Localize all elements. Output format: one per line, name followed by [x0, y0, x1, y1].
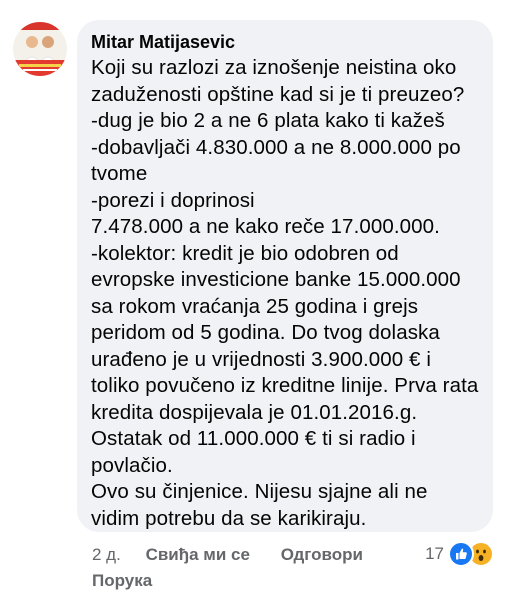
- comment-line: urađeno je u vrijednosti 3.900.000 € i: [91, 347, 432, 371]
- comment-actions: 2 д. Свиђа ми се Одговори: [92, 545, 363, 565]
- comment-line: evropske investicione banke 15.000.000: [91, 268, 461, 291]
- comment-line: toliko povučeno iz kreditne linije. Prva…: [91, 374, 479, 397]
- comment-line: -kolektor: kredit je bio odobren od: [91, 241, 399, 265]
- comment-line: povlačio.: [91, 453, 173, 477]
- reactions-summary[interactable]: 17: [425, 540, 494, 568]
- comment-line: Ostatak od 11.000.000 € ti si radio i: [91, 427, 416, 450]
- comment-text: Koji su razlozi za iznošenje neistina ok…: [91, 55, 481, 532]
- comment-line: -porezi i doprinosi: [91, 188, 255, 212]
- comment-line: -dug je bio 2 a ne 6 plata kako ti kažeš: [91, 109, 445, 132]
- comment-line: 7.478.000 a ne kako reče 17.000.000.: [91, 215, 440, 238]
- comment-line: sa rokom vraćanja 25 godina i grejs: [91, 294, 419, 318]
- comment-author[interactable]: Mitar Matijasevic: [91, 31, 481, 53]
- message-button[interactable]: Порука: [92, 571, 152, 591]
- timestamp-link[interactable]: 2 д.: [92, 545, 121, 565]
- like-icon: [448, 541, 474, 567]
- reaction-count: 17: [425, 544, 444, 563]
- comment-line: -dobavljači 4.830.000 a ne 8.000.000 po: [91, 135, 461, 159]
- comment-line: Ovo su činjenice. Nijesu sjajne ali ne: [91, 480, 428, 503]
- avatar[interactable]: [13, 22, 67, 76]
- like-button[interactable]: Свиђа ми се: [146, 545, 250, 565]
- comment-line: Koji su razlozi za iznošenje neistina ok…: [91, 56, 457, 79]
- reply-button[interactable]: Одговори: [281, 545, 363, 565]
- comment-line: tvome: [91, 162, 148, 185]
- comment-line: kredita dospijevala je 01.01.2016.g.: [91, 400, 418, 424]
- comment-bubble: Mitar Matijasevic Koji su razlozi za izn…: [77, 20, 493, 532]
- comment-line: peridom od 5 godina. Do tvog dolaska: [91, 321, 440, 344]
- comment-line: zaduženosti opštine kad si je ti preuzeo…: [91, 82, 465, 106]
- comment-line: vidim potrebu da se karikiraju.: [91, 506, 367, 530]
